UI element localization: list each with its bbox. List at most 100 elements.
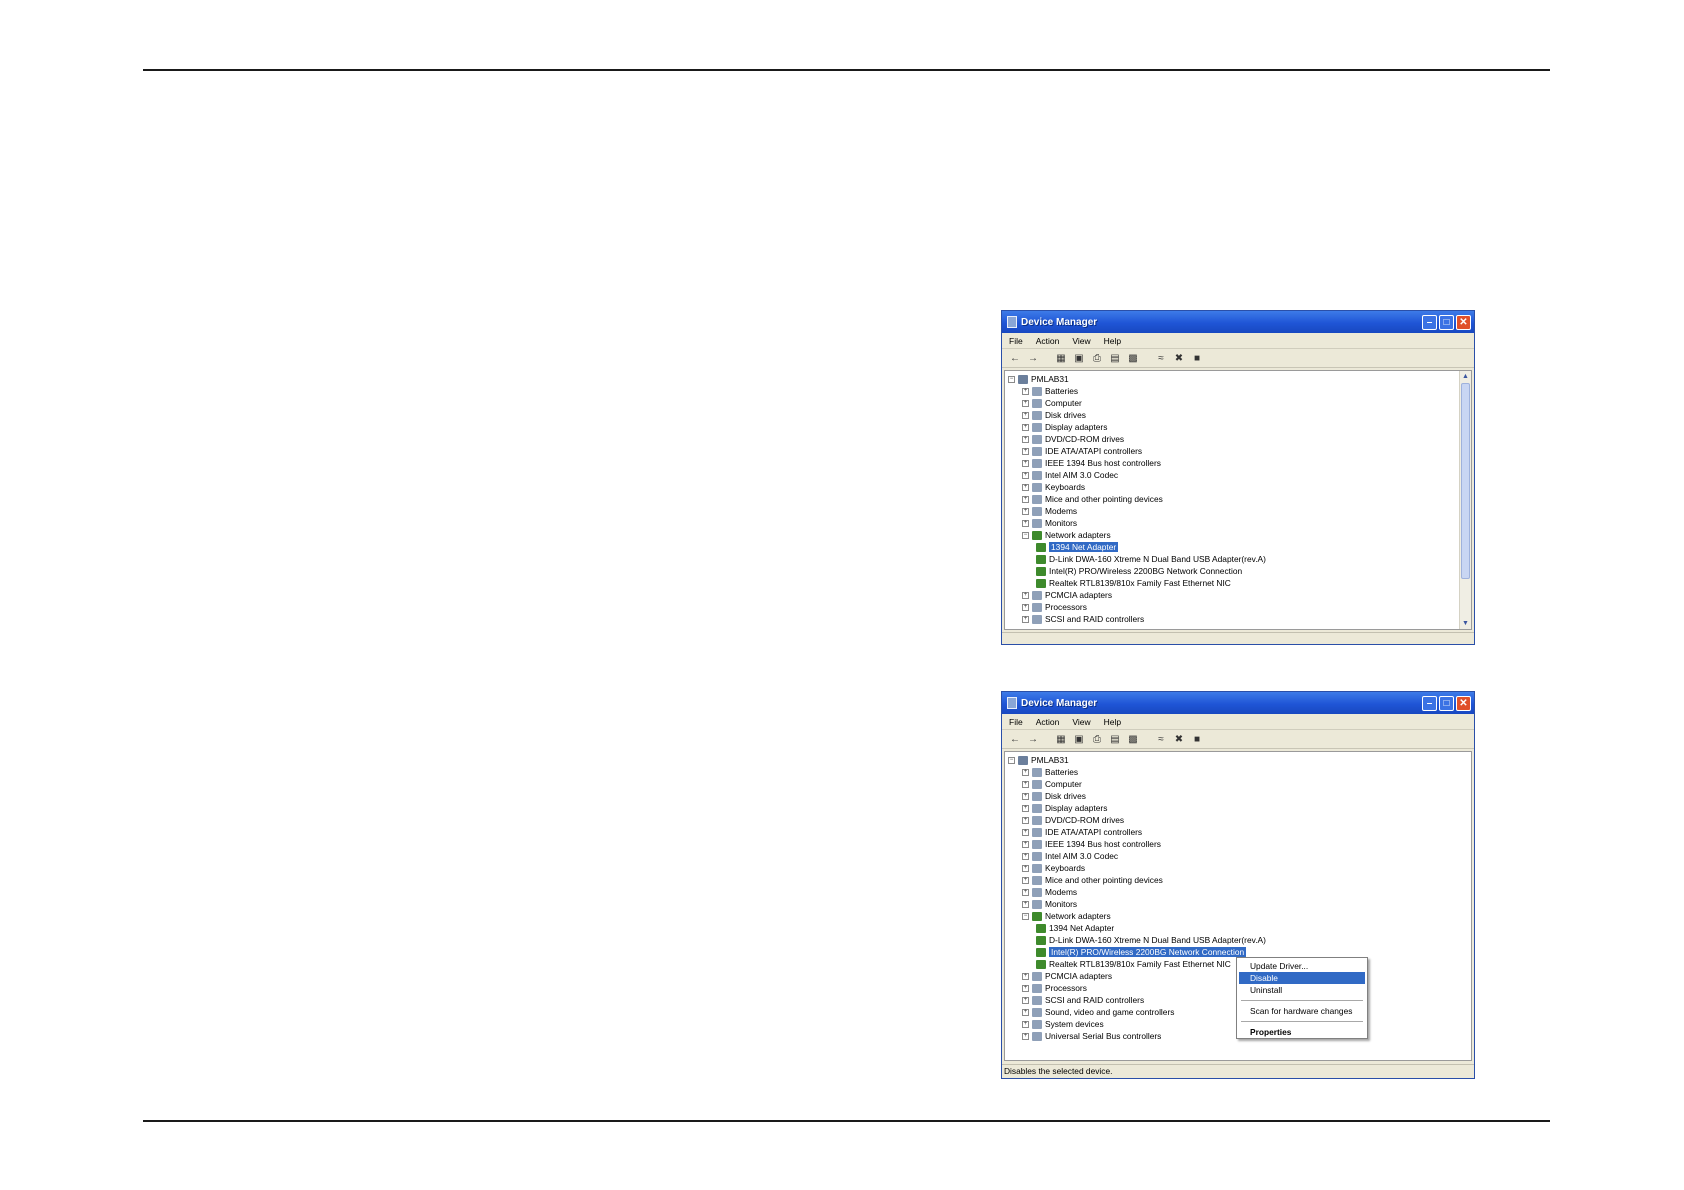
tree-root[interactable]: − PMLAB31 xyxy=(1008,373,1471,385)
tree-device[interactable]: Intel(R) PRO/Wireless 2200BG Network Con… xyxy=(1008,565,1471,577)
close-button[interactable]: ✕ xyxy=(1456,695,1471,711)
device-tree[interactable]: − PMLAB31 + Batteries + Computer + Disk driv… xyxy=(1004,370,1472,630)
tree-category[interactable]: + Monitors xyxy=(1008,898,1471,910)
scsi-controller-icon xyxy=(1032,614,1042,624)
device-manager-icon xyxy=(1007,697,1017,709)
tree-category[interactable]: + Batteries xyxy=(1008,385,1471,397)
tree-device[interactable]: D-Link DWA-160 Xtreme N Dual Band USB Ad… xyxy=(1008,553,1471,565)
tree-root[interactable]: − PMLAB31 xyxy=(1008,754,1471,766)
show-hide-tree-icon[interactable]: ▦ xyxy=(1054,733,1068,746)
vertical-scrollbar[interactable]: ▲ ▼ xyxy=(1459,371,1471,629)
network-adapter-icon xyxy=(1032,911,1042,921)
network-adapter-icon xyxy=(1036,554,1046,564)
tree-category[interactable]: + Keyboards xyxy=(1008,481,1471,493)
scan-hardware-icon[interactable]: ▩ xyxy=(1126,352,1140,365)
tree-category[interactable]: + DVD/CD-ROM drives xyxy=(1008,814,1471,826)
tree-category[interactable]: + Computer xyxy=(1008,778,1471,790)
menu-action[interactable]: Action xyxy=(1036,336,1060,346)
tree-category[interactable]: + IDE ATA/ATAPI controllers xyxy=(1008,826,1471,838)
tree-category[interactable]: + Disk drives xyxy=(1008,790,1471,802)
disable-icon[interactable]: ■ xyxy=(1190,352,1204,365)
tree-category-network[interactable]: − Network adapters xyxy=(1008,910,1471,922)
update-driver-icon[interactable]: ≈ xyxy=(1154,352,1168,365)
tree-device-label: Intel(R) PRO/Wireless 2200BG Network Con… xyxy=(1049,566,1243,576)
toolbar-separator xyxy=(1044,352,1050,365)
tree-category[interactable]: + DVD/CD-ROM drives xyxy=(1008,433,1471,445)
menu-item-uninstall[interactable]: Uninstall xyxy=(1239,984,1365,996)
tree-category[interactable]: + Disk drives xyxy=(1008,409,1471,421)
back-icon[interactable]: ← xyxy=(1008,733,1022,746)
tree-category[interactable]: + IEEE 1394 Bus host controllers xyxy=(1008,838,1471,850)
print-icon[interactable]: ⎙ xyxy=(1090,352,1104,365)
menu-item-properties[interactable]: Properties xyxy=(1239,1026,1365,1038)
scan-hardware-icon[interactable]: ▩ xyxy=(1126,733,1140,746)
battery-icon xyxy=(1032,767,1042,777)
minimize-button[interactable]: – xyxy=(1422,314,1437,330)
tree-category[interactable]: + Display adapters xyxy=(1008,802,1471,814)
title-bar[interactable]: Device Manager – □ ✕ xyxy=(1002,692,1474,714)
tree-category[interactable]: + Mice and other pointing devices xyxy=(1008,874,1471,886)
menu-help[interactable]: Help xyxy=(1104,717,1121,727)
tree-category[interactable]: + Modems xyxy=(1008,505,1471,517)
forward-icon[interactable]: → xyxy=(1026,352,1040,365)
tree-category[interactable]: + Monitors xyxy=(1008,517,1471,529)
menu-view[interactable]: View xyxy=(1072,336,1090,346)
uninstall-icon[interactable]: ✖ xyxy=(1172,733,1186,746)
tree-category[interactable]: + Computer xyxy=(1008,397,1471,409)
help-icon[interactable]: ▤ xyxy=(1108,352,1122,365)
tree-category-label: IEEE 1394 Bus host controllers xyxy=(1045,458,1161,468)
tree-device-label: D-Link DWA-160 Xtreme N Dual Band USB Ad… xyxy=(1049,935,1266,945)
tree-category-label: IDE ATA/ATAPI controllers xyxy=(1045,827,1143,837)
tree-category[interactable]: + Mice and other pointing devices xyxy=(1008,493,1471,505)
tree-device[interactable]: 1394 Net Adapter xyxy=(1008,922,1471,934)
network-adapter-icon xyxy=(1032,530,1042,540)
tree-category[interactable]: + Modems xyxy=(1008,886,1471,898)
tree-category-network[interactable]: − Network adapters xyxy=(1008,529,1471,541)
scroll-up-icon[interactable]: ▲ xyxy=(1460,371,1471,382)
device-manager-icon xyxy=(1007,316,1017,328)
menu-view[interactable]: View xyxy=(1072,717,1090,727)
menu-item-update-driver[interactable]: Update Driver... xyxy=(1239,960,1365,972)
scroll-down-icon[interactable]: ▼ xyxy=(1460,618,1471,629)
title-bar[interactable]: Device Manager – □ ✕ xyxy=(1002,311,1474,333)
window-title: Device Manager xyxy=(1021,316,1098,328)
menu-item-scan-hardware[interactable]: Scan for hardware changes xyxy=(1239,1005,1365,1017)
computer-icon xyxy=(1018,374,1028,384)
forward-icon[interactable]: → xyxy=(1026,733,1040,746)
properties-icon[interactable]: ▣ xyxy=(1072,733,1086,746)
menu-help[interactable]: Help xyxy=(1104,336,1121,346)
uninstall-icon[interactable]: ✖ xyxy=(1172,352,1186,365)
battery-icon xyxy=(1032,386,1042,396)
menu-file[interactable]: File xyxy=(1009,336,1023,346)
maximize-button[interactable]: □ xyxy=(1439,314,1454,330)
tree-category[interactable]: + Intel AIM 3.0 Codec xyxy=(1008,850,1471,862)
tree-category[interactable]: + IDE ATA/ATAPI controllers xyxy=(1008,445,1471,457)
tree-category[interactable]: + Display adapters xyxy=(1008,421,1471,433)
tree-category[interactable]: + SCSI and RAID controllers xyxy=(1008,613,1471,625)
properties-icon[interactable]: ▣ xyxy=(1072,352,1086,365)
tree-device[interactable]: D-Link DWA-160 Xtreme N Dual Band USB Ad… xyxy=(1008,934,1471,946)
maximize-button[interactable]: □ xyxy=(1439,695,1454,711)
menu-file[interactable]: File xyxy=(1009,717,1023,727)
tree-device[interactable]: Realtek RTL8139/810x Family Fast Etherne… xyxy=(1008,577,1471,589)
tree-category[interactable]: + Batteries xyxy=(1008,766,1471,778)
help-icon[interactable]: ▤ xyxy=(1108,733,1122,746)
tree-category[interactable]: + Intel AIM 3.0 Codec xyxy=(1008,469,1471,481)
menu-action[interactable]: Action xyxy=(1036,717,1060,727)
close-button[interactable]: ✕ xyxy=(1456,314,1471,330)
tree-category[interactable]: + Keyboards xyxy=(1008,862,1471,874)
disable-icon[interactable]: ■ xyxy=(1190,733,1204,746)
tree-category[interactable]: + Processors xyxy=(1008,601,1471,613)
tree-category[interactable]: + IEEE 1394 Bus host controllers xyxy=(1008,457,1471,469)
tree-category-label: System devices xyxy=(1045,1019,1104,1029)
print-icon[interactable]: ⎙ xyxy=(1090,733,1104,746)
minimize-button[interactable]: – xyxy=(1422,695,1437,711)
update-driver-icon[interactable]: ≈ xyxy=(1154,733,1168,746)
back-icon[interactable]: ← xyxy=(1008,352,1022,365)
show-hide-tree-icon[interactable]: ▦ xyxy=(1054,352,1068,365)
monitor-icon xyxy=(1032,518,1042,528)
scroll-thumb[interactable] xyxy=(1461,383,1470,579)
menu-item-disable[interactable]: Disable xyxy=(1239,972,1365,984)
tree-device[interactable]: 1394 Net Adapter xyxy=(1008,541,1471,553)
tree-category[interactable]: + PCMCIA adapters xyxy=(1008,589,1471,601)
